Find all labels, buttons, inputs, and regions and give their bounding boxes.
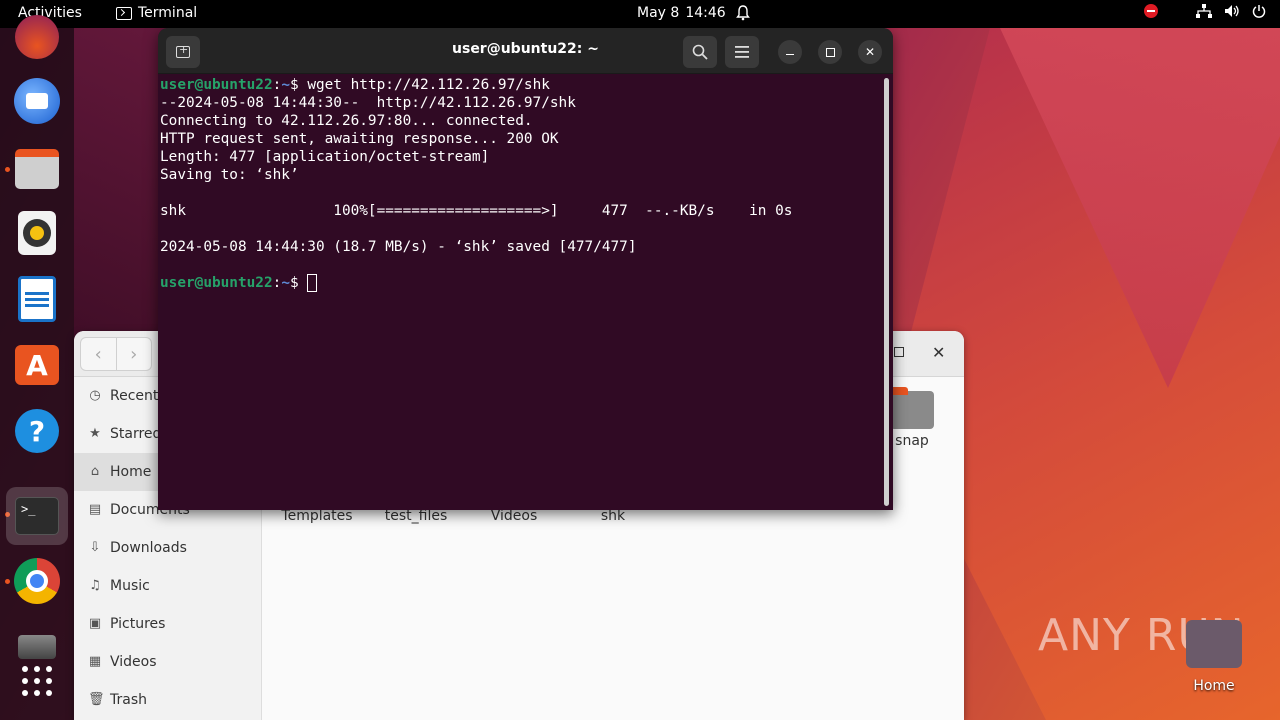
show-apps-icon[interactable] — [12, 656, 62, 706]
file-item-templates[interactable]: Templates — [267, 508, 367, 524]
close-button[interactable]: ✕ — [858, 40, 882, 64]
app-menu[interactable]: Terminal — [116, 5, 197, 21]
sidebar-item-music[interactable]: ♫ Music — [74, 567, 262, 605]
terminal-line: --2024-05-08 14:44:30-- http://42.112.26… — [160, 95, 576, 111]
sidebar-item-label: Downloads — [110, 540, 187, 556]
terminal-command: wget http://42.112.26.97/shk — [307, 77, 550, 93]
bell-icon[interactable] — [736, 5, 750, 21]
rhythmbox-icon[interactable] — [12, 208, 62, 258]
desktop-home-label[interactable]: Home — [1172, 678, 1256, 694]
text-cursor — [307, 274, 318, 292]
clock-icon: ◷ — [89, 388, 101, 403]
file-item-shk[interactable]: shk — [563, 508, 663, 524]
nav-buttons: ‹ › — [80, 337, 152, 371]
terminal-line: 2024-05-08 14:44:30 (18.7 MB/s) - ‘shk’ … — [160, 239, 637, 255]
chrome-icon[interactable] — [12, 556, 62, 606]
terminal-header: user@ubuntu22: ~ ✕ — [158, 28, 893, 74]
download-icon: ⇩ — [89, 540, 101, 555]
sidebar-item-label: Starred — [110, 426, 162, 442]
close-button[interactable]: ✕ — [932, 343, 945, 362]
clock-time: 14:46 — [685, 5, 726, 21]
terminal-line: Connecting to 42.112.26.97:80... connect… — [160, 113, 533, 129]
folder-icon[interactable] — [890, 387, 934, 429]
terminal-icon — [116, 6, 132, 20]
prompt-dollar: $ — [289, 275, 308, 291]
terminal-icon[interactable]: >_ — [6, 487, 68, 545]
forward-button[interactable]: › — [117, 338, 152, 370]
prompt-separator: : — [272, 77, 282, 93]
sidebar-item-label: Recent — [110, 388, 159, 404]
prompt-dollar: $ — [289, 77, 308, 93]
libreoffice-writer-icon[interactable] — [12, 274, 62, 324]
files-icon[interactable] — [12, 144, 62, 194]
prompt-path: ~ — [281, 275, 290, 291]
file-item-videos[interactable]: Videos — [464, 508, 564, 524]
sidebar-item-label: Trash — [110, 692, 147, 708]
terminal-line: shk 100%[===================>] 477 --.-K… — [160, 203, 793, 219]
maximize-button[interactable] — [894, 347, 904, 357]
sidebar-item-downloads[interactable]: ⇩ Downloads — [74, 529, 262, 567]
maximize-icon — [825, 47, 835, 57]
app-menu-label: Terminal — [138, 5, 198, 21]
sidebar-item-videos[interactable]: ▦ Videos — [74, 643, 262, 681]
prompt-user: user@ubuntu22 — [160, 77, 273, 93]
dock: A ? >_ — [0, 15, 74, 720]
file-item-test-files[interactable]: test_files — [366, 508, 466, 524]
network-icon — [1196, 4, 1212, 18]
terminal-line: user@ubuntu22:~$ wget http://42.112.26.9… — [160, 76, 880, 94]
hamburger-menu-icon — [735, 46, 749, 58]
thunderbird-icon[interactable] — [12, 76, 62, 126]
picture-icon: ▣ — [88, 616, 102, 631]
terminal-line: Saving to: ‘shk’ — [160, 167, 299, 183]
home-folder-icon[interactable] — [1186, 620, 1242, 668]
minimize-button[interactable] — [778, 40, 802, 64]
clock[interactable]: May 8 14:46 — [637, 5, 726, 21]
document-icon: ▤ — [88, 502, 102, 517]
close-icon: ✕ — [864, 45, 876, 59]
app-center-icon[interactable]: A — [12, 340, 62, 390]
terminal-window[interactable]: user@ubuntu22: ~ ✕ user@ubuntu22:~$ wget… — [158, 28, 893, 510]
system-tray[interactable] — [1144, 4, 1266, 18]
terminal-line: user@ubuntu22:~$ — [160, 274, 880, 292]
sidebar-item-label: Pictures — [110, 616, 166, 632]
terminal-output[interactable]: user@ubuntu22:~$ wget http://42.112.26.9… — [160, 76, 880, 506]
firefox-icon[interactable] — [12, 12, 62, 62]
trash-icon: 🗑 — [88, 692, 105, 707]
search-button[interactable] — [683, 36, 717, 68]
maximize-button[interactable] — [818, 40, 842, 64]
prompt-user: user@ubuntu22 — [160, 275, 273, 291]
back-button[interactable]: ‹ — [81, 338, 117, 370]
prompt-separator: : — [272, 275, 282, 291]
running-indicator — [5, 579, 10, 584]
sidebar-item-label: Videos — [110, 654, 157, 670]
recording-indicator-icon[interactable] — [1144, 4, 1158, 18]
top-bar: Activities Terminal May 8 14:46 — [0, 0, 1280, 28]
terminal-line: Length: 477 [application/octet-stream] — [160, 149, 490, 165]
sidebar-item-trash[interactable]: 🗑 Trash — [74, 681, 262, 719]
search-icon — [692, 44, 708, 60]
menu-button[interactable] — [725, 36, 759, 68]
help-icon[interactable]: ? — [12, 406, 62, 456]
power-icon — [1252, 5, 1266, 18]
home-icon: ⌂ — [90, 464, 100, 479]
star-icon: ★ — [89, 426, 101, 441]
terminal-line: HTTP request sent, awaiting response... … — [160, 131, 559, 147]
volume-icon — [1225, 5, 1239, 17]
sidebar-item-label: Home — [110, 464, 152, 480]
video-icon: ▦ — [88, 654, 102, 669]
running-indicator — [5, 167, 10, 172]
clock-date: May 8 — [637, 5, 680, 21]
scrollbar[interactable] — [884, 78, 889, 506]
prompt-path: ~ — [281, 77, 290, 93]
music-icon: ♫ — [89, 578, 101, 593]
sidebar-item-pictures[interactable]: ▣ Pictures — [74, 605, 262, 643]
sidebar-item-label: Music — [110, 578, 150, 594]
minimize-icon — [786, 53, 794, 56]
